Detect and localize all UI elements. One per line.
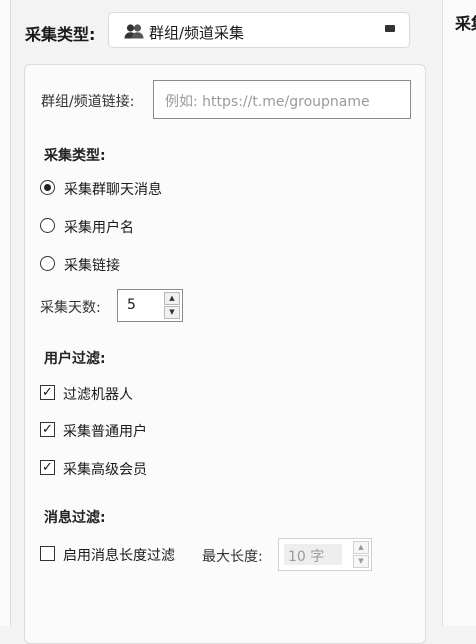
collect-type-label: 采集类型: <box>25 25 96 44</box>
radio-button[interactable] <box>40 180 55 195</box>
radio-button[interactable] <box>40 218 55 233</box>
collect-type-select[interactable]: 群组/频道采集 <box>108 12 410 48</box>
max-length-spinbox[interactable]: 10 字 ▲ ▼ <box>278 538 372 571</box>
link-input-placeholder: 例如: https://t.me/groupname <box>165 94 370 110</box>
left-panel-edge <box>0 0 11 626</box>
decrement-arrow-icon[interactable]: ▼ <box>353 555 369 568</box>
message-filter-title: 消息过滤: <box>44 510 106 526</box>
dropdown-caret-icon <box>385 25 395 32</box>
checkbox-label: 采集高级会员 <box>63 462 147 478</box>
radio-label: 采集群聊天消息 <box>64 182 162 198</box>
max-length-label: 最大长度: <box>202 549 263 565</box>
link-label: 群组/频道链接: <box>41 94 135 110</box>
checkbox-label: 过滤机器人 <box>63 387 133 403</box>
right-panel-edge: 采集 <box>442 0 476 626</box>
days-spinbox[interactable]: 5 ▲ ▼ <box>117 289 183 322</box>
radio-label: 采集用户名 <box>64 220 134 236</box>
days-value: 5 <box>127 297 136 313</box>
max-length-value: 10 字 <box>288 549 325 565</box>
checkbox[interactable]: ✓ <box>40 385 55 400</box>
user-filter-title: 用户过滤: <box>44 351 106 367</box>
checkbox[interactable]: ✓ <box>40 422 55 437</box>
decrement-arrow-icon[interactable]: ▼ <box>164 306 180 319</box>
radio-button[interactable] <box>40 256 55 271</box>
days-label: 采集天数: <box>40 300 101 316</box>
mode-section-title: 采集类型: <box>44 148 106 164</box>
radio-label: 采集链接 <box>64 258 120 274</box>
right-panel-label: 采集 <box>455 14 476 33</box>
checkbox-label: 启用消息长度过滤 <box>63 548 175 564</box>
increment-arrow-icon[interactable]: ▲ <box>353 541 369 554</box>
link-input[interactable]: 例如: https://t.me/groupname <box>153 80 411 119</box>
checkbox[interactable] <box>40 546 55 561</box>
users-icon <box>124 24 144 39</box>
increment-arrow-icon[interactable]: ▲ <box>164 292 180 305</box>
checkbox[interactable]: ✓ <box>40 460 55 475</box>
collect-type-value: 群组/频道采集 <box>149 24 245 42</box>
checkbox-label: 采集普通用户 <box>63 424 147 440</box>
